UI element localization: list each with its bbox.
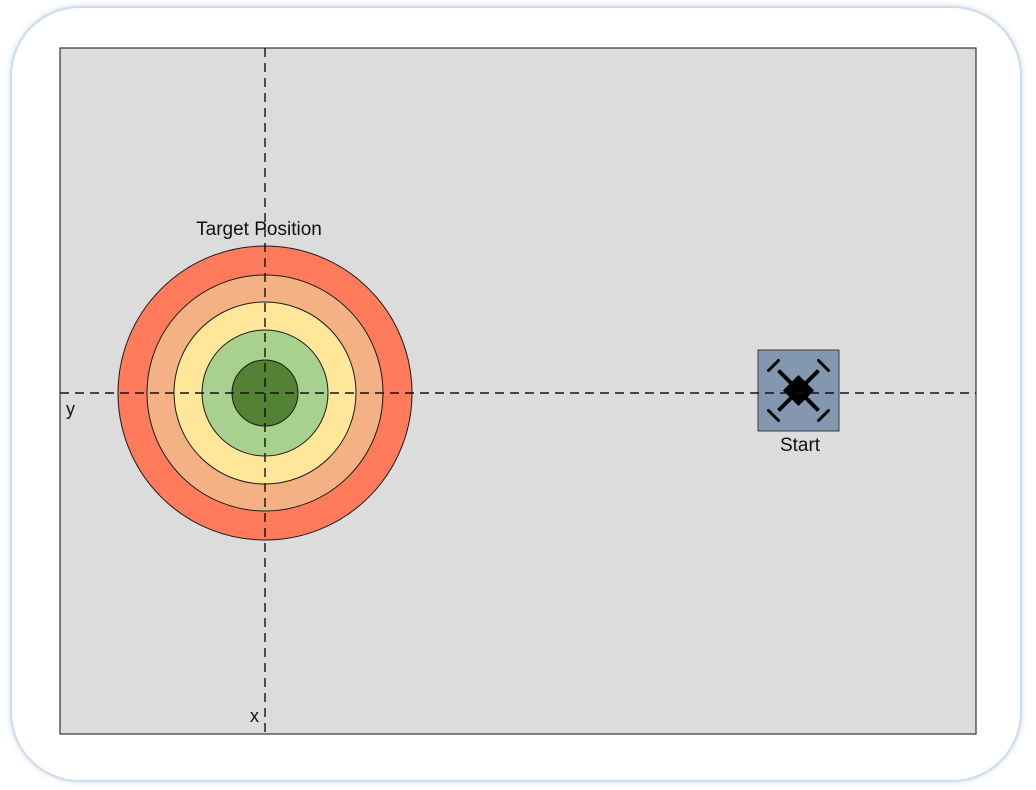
x-axis-label: x	[250, 706, 259, 726]
start-label: Start	[780, 435, 821, 456]
diagram-canvas: Target Position Start y x	[59, 47, 977, 735]
y-axis-label: y	[66, 399, 75, 419]
target-position-label: Target Position	[196, 219, 322, 240]
